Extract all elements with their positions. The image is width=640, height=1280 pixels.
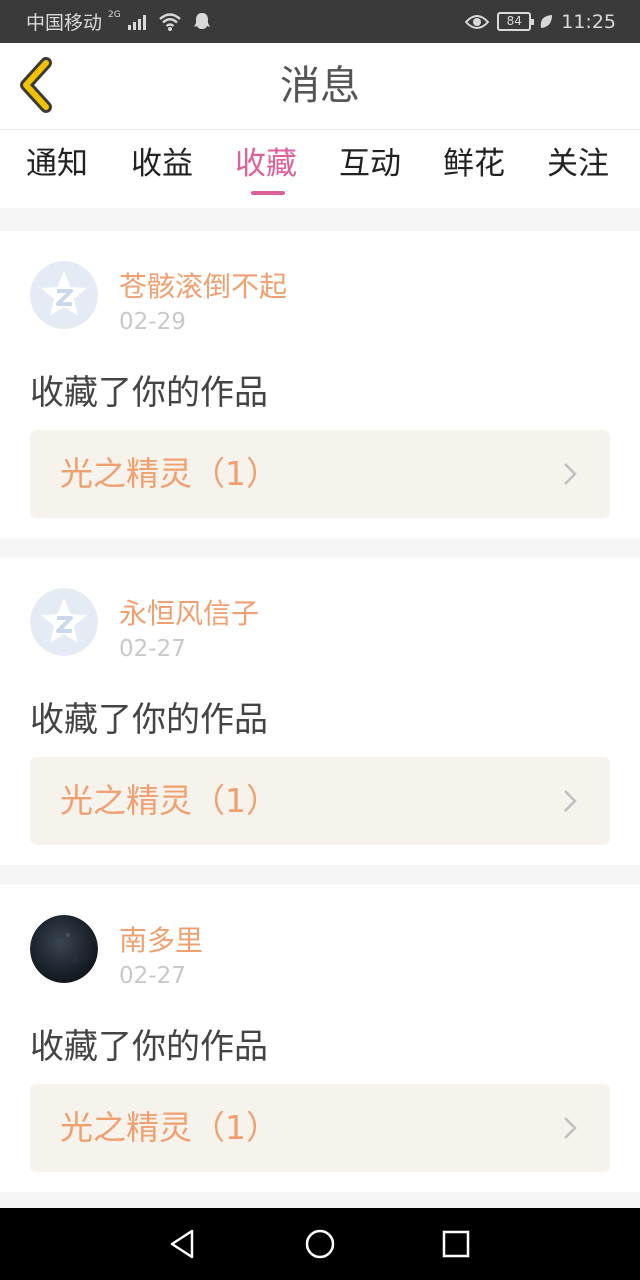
active-tab-indicator (251, 191, 285, 195)
tab-following[interactable]: 关注 (547, 130, 609, 208)
username[interactable]: 永恒风信子 (119, 592, 259, 632)
message-date: 02-27 (119, 963, 186, 989)
work-title: 光之精灵（1） (60, 781, 279, 820)
message-text: 收藏了你的作品 (30, 1027, 268, 1067)
carrier-label: 中国移动 (26, 12, 103, 34)
message-date: 02-27 (119, 636, 186, 662)
system-nav-bar (0, 1208, 640, 1280)
page-title: 消息 (280, 63, 360, 109)
work-link[interactable]: 光之精灵（1） (30, 430, 610, 518)
nav-back-button[interactable] (164, 1226, 200, 1262)
chevron-right-icon (564, 1117, 577, 1139)
qzone-star-avatar-icon (30, 261, 98, 329)
network-type: 2G (108, 9, 121, 20)
battery-indicator: 84 (497, 12, 535, 31)
tab-bar: 通知 收益 收藏 互动 鲜花 关注 (0, 130, 640, 208)
work-title: 光之精灵（1） (60, 454, 279, 493)
nav-recents-button[interactable] (438, 1226, 474, 1262)
triangle-back-icon (170, 1229, 194, 1259)
leaf-icon (540, 14, 553, 28)
message-card: 南多里 02-27 收藏了你的作品 光之精灵（1） (0, 885, 640, 1192)
username[interactable]: 苍骸滚倒不起 (119, 265, 287, 305)
status-left: 中国移动 2G (26, 0, 212, 43)
qzone-star-avatar-icon (30, 588, 98, 656)
username[interactable]: 南多里 (119, 919, 203, 959)
wifi-icon (158, 12, 181, 31)
work-title: 光之精灵（1） (60, 1108, 279, 1147)
avatar[interactable] (30, 915, 98, 983)
tab-earnings[interactable]: 收益 (131, 130, 193, 208)
message-card: 永恒风信子 02-27 收藏了你的作品 光之精灵（1） (0, 558, 640, 865)
tab-interactions[interactable]: 互动 (339, 130, 401, 208)
work-link[interactable]: 光之精灵（1） (30, 757, 610, 845)
dark-photo-avatar-icon (30, 915, 98, 983)
tab-notifications[interactable]: 通知 (26, 130, 88, 208)
square-recents-icon (442, 1230, 470, 1258)
message-card: 苍骸滚倒不起 02-29 收藏了你的作品 光之精灵（1） (0, 231, 640, 538)
message-text: 收藏了你的作品 (30, 700, 268, 740)
qq-icon (193, 12, 210, 29)
chevron-right-icon (564, 463, 577, 485)
tab-flowers[interactable]: 鲜花 (443, 130, 505, 208)
avatar[interactable] (30, 261, 98, 329)
work-link[interactable]: 光之精灵（1） (30, 1084, 610, 1172)
status-bar: 中国移动 2G 84 11:25 (0, 0, 640, 43)
chevron-right-icon (564, 790, 577, 812)
circle-home-icon (305, 1229, 335, 1259)
avatar[interactable] (30, 588, 98, 656)
signal-icon (127, 14, 146, 30)
status-right: 84 11:25 (465, 0, 616, 43)
clock: 11:25 (561, 10, 616, 33)
eye-icon (465, 14, 490, 29)
message-text: 收藏了你的作品 (30, 373, 268, 413)
app-header: 消息 (0, 43, 640, 130)
message-date: 02-29 (119, 309, 186, 335)
nav-home-button[interactable] (302, 1226, 338, 1262)
tab-favorites[interactable]: 收藏 (235, 130, 297, 208)
